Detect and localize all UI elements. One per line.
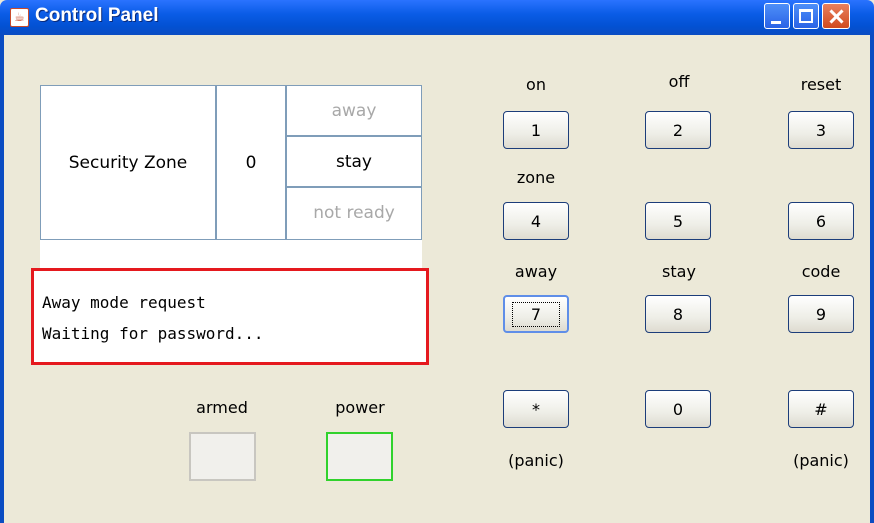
minimize-button[interactable] xyxy=(764,3,790,29)
key-7-button[interactable]: 7 xyxy=(503,295,569,333)
key-6-button[interactable]: 6 xyxy=(788,202,854,240)
zone-state-not-ready: not ready xyxy=(313,202,395,223)
label-panic-right: (panic) xyxy=(793,451,849,470)
message-line-2: Waiting for password... xyxy=(42,324,264,343)
label-zone: zone xyxy=(516,168,556,187)
close-button[interactable] xyxy=(822,3,850,29)
window-border-right xyxy=(870,35,874,523)
key-hash-button[interactable]: # xyxy=(788,390,854,428)
label-stay: stay xyxy=(662,262,696,281)
zone-table-spacer xyxy=(40,240,422,268)
key-star-button[interactable]: * xyxy=(503,390,569,428)
key-9-button[interactable]: 9 xyxy=(788,295,854,333)
armed-indicator xyxy=(189,432,256,481)
maximize-button[interactable] xyxy=(793,3,819,29)
label-panic-left: (panic) xyxy=(508,451,564,470)
java-icon: ☕ xyxy=(10,8,29,27)
power-indicator xyxy=(326,432,393,481)
message-display: Away mode request Waiting for password..… xyxy=(31,268,429,365)
message-line-1: Away mode request xyxy=(42,293,206,312)
security-zone-table: Security Zone 0 away stay not ready xyxy=(40,85,422,240)
key-1-button[interactable]: 1 xyxy=(503,111,569,149)
key-4-button[interactable]: 4 xyxy=(503,202,569,240)
label-on: on xyxy=(526,75,546,94)
zone-state-stay: stay xyxy=(287,137,421,188)
key-2-button[interactable]: 2 xyxy=(645,111,711,149)
power-label: power xyxy=(335,398,385,417)
label-code: code xyxy=(801,262,841,281)
label-reset: reset xyxy=(800,75,842,94)
title-bar[interactable]: ☕ Control Panel xyxy=(0,0,874,35)
zone-state-away: away xyxy=(287,86,421,137)
zone-number: 0 xyxy=(217,86,287,239)
window-title: Control Panel xyxy=(35,5,159,26)
label-away: away xyxy=(514,262,558,281)
label-off: off xyxy=(668,72,690,91)
zone-name: Security Zone xyxy=(41,86,217,239)
key-0-button[interactable]: 0 xyxy=(645,390,711,428)
window-border-left xyxy=(0,35,4,523)
key-5-button[interactable]: 5 xyxy=(645,202,711,240)
key-3-button[interactable]: 3 xyxy=(788,111,854,149)
armed-label: armed xyxy=(196,398,248,417)
key-8-button[interactable]: 8 xyxy=(645,295,711,333)
